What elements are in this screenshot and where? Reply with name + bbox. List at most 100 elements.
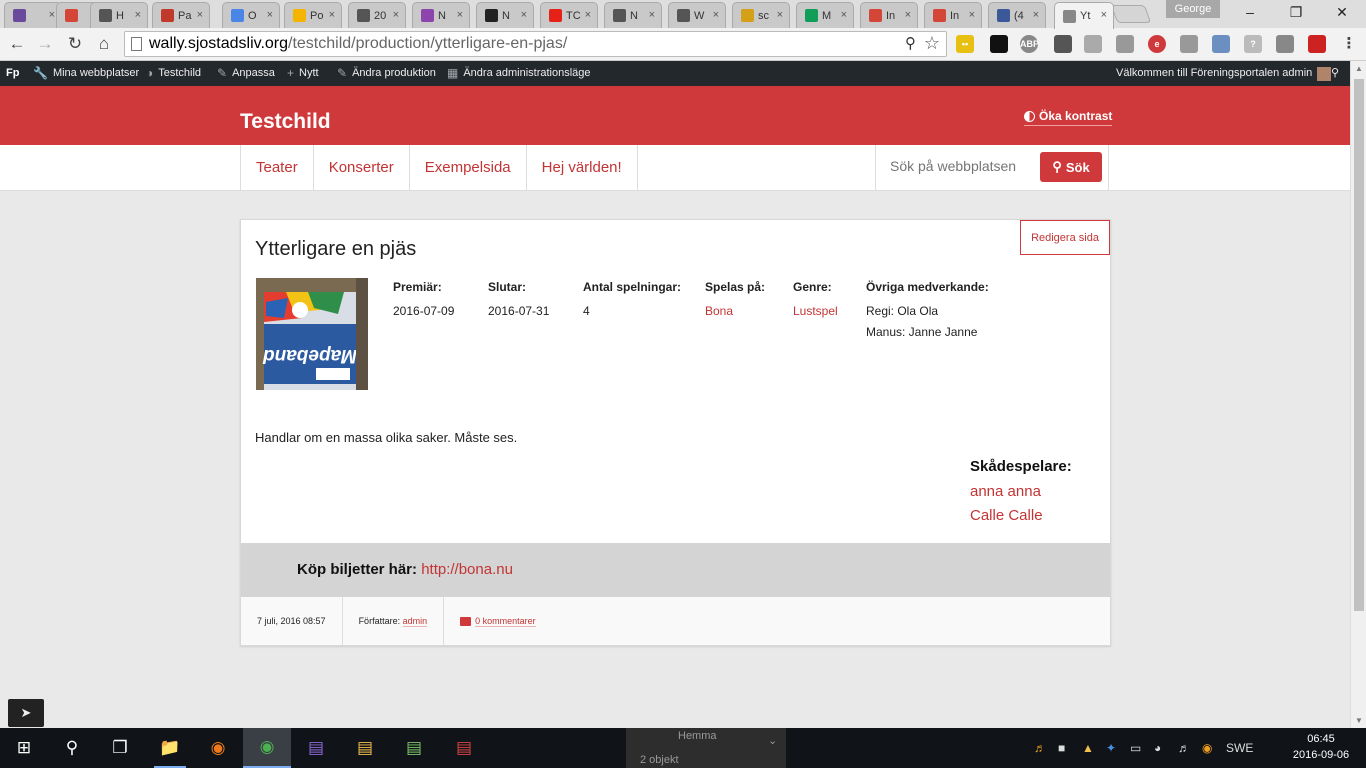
close-tab-icon[interactable]: × [135,9,141,21]
dropbox-tray-icon[interactable]: ✦ [1106,728,1116,768]
browser-tab[interactable]: Yt × [1054,2,1114,29]
address-bar[interactable]: wally.sjostadsliv.org/testchild/producti… [124,31,947,57]
profile-button[interactable]: George [1166,0,1220,18]
app-icon[interactable]: ▤ [440,728,488,768]
forward-icon[interactable]: → [34,33,56,55]
tickets-link[interactable]: http://bona.nu [421,561,513,578]
chrome-icon[interactable]: ◉ [243,728,291,768]
close-tab-icon[interactable]: × [841,9,847,21]
author-link[interactable]: admin [402,616,428,627]
close-tab-icon[interactable]: × [969,9,975,21]
close-tab-icon[interactable]: × [905,9,911,21]
search-icon[interactable]: ⚲ [1331,61,1339,86]
dropbox-icon[interactable] [1084,35,1102,53]
browser-tab[interactable]: W × [668,2,726,28]
close-tab-icon[interactable]: × [393,9,399,21]
extension-gray-icon[interactable] [1180,35,1198,53]
scrollbar-thumb[interactable] [1354,79,1364,611]
menu-icon[interactable]: ⋮ [1340,35,1358,53]
minimize-icon[interactable]: – [1226,0,1274,24]
home-icon[interactable]: ⌂ [93,33,115,55]
menu-item-konserter[interactable]: Konserter [314,145,410,190]
site-title[interactable]: Testchild [240,110,331,134]
close-tab-icon[interactable]: × [649,9,655,21]
admin-item-edit-production[interactable]: ✎ Ändra produktion [337,61,436,86]
browser-tab[interactable]: M × [796,2,854,28]
close-tab-icon[interactable]: × [197,9,203,21]
menu-item-teater[interactable]: Teater [241,145,314,190]
close-tab-icon[interactable]: × [49,9,55,21]
admin-welcome[interactable]: Välkommen till Föreningsportalen admin [1116,61,1332,86]
comments-link[interactable]: 0 kommentarer [475,616,536,627]
accessibility-toggle-icon[interactable]: ➤ [8,699,44,727]
close-tab-icon[interactable]: × [267,9,273,21]
browser-tab[interactable]: sc × [732,2,790,28]
extension-shield-icon[interactable] [1212,35,1230,53]
browser-tab[interactable]: In × [860,2,918,28]
tray-icon[interactable]: ■ [1058,728,1065,768]
scroll-up-icon[interactable]: ▲ [1355,64,1363,73]
close-tab-icon[interactable]: × [1101,9,1107,21]
reload-icon[interactable]: ↻ [64,33,86,55]
search-input[interactable] [890,158,1030,174]
browser-tab[interactable]: Po × [284,2,342,28]
close-tab-icon[interactable]: × [777,9,783,21]
contrast-toggle[interactable]: Öka kontrast [1024,109,1113,126]
search-button[interactable]: ⚲ Sök [1040,152,1102,182]
drive-ext-icon[interactable] [1116,35,1134,53]
bookmark-star-icon[interactable]: ☆ [924,31,940,55]
admin-item-customize[interactable]: ✎ Anpassa [217,61,275,86]
admin-item-new[interactable]: + Nytt [287,61,319,86]
fp-logo-icon[interactable]: Fp [6,61,19,86]
extension-red-icon[interactable]: e [1148,35,1166,53]
extension-question-icon[interactable]: ? [1244,35,1262,53]
menu-item-hej-varlden[interactable]: Hej världen! [527,145,638,190]
browser-tab[interactable]: N × [604,2,662,28]
drive-tray-icon[interactable]: ▲ [1082,728,1094,768]
chevron-down-icon[interactable]: ⌄ [768,734,777,747]
browser-tab[interactable]: N × [412,2,470,28]
extension-wand-icon[interactable] [1308,35,1326,53]
back-icon[interactable]: ← [6,33,28,55]
close-window-icon[interactable]: ✕ [1318,0,1366,24]
start-icon[interactable]: ⊞ [0,728,48,768]
battery-icon[interactable]: ▭ [1130,728,1141,768]
browser-tab[interactable]: (4 × [988,2,1046,28]
venue-link[interactable]: Bona [705,304,733,318]
production-image[interactable]: Mapeband [256,278,368,390]
input-language[interactable]: SWE [1226,728,1253,768]
close-tab-icon[interactable]: × [329,9,335,21]
extension-printer-icon[interactable] [1054,35,1072,53]
zoom-icon[interactable]: ⚲ [905,32,916,56]
file-explorer-icon[interactable]: 📁 [146,728,194,768]
admin-item-site[interactable]: ◑ Testchild [146,61,201,86]
close-tab-icon[interactable]: × [457,9,463,21]
firefox-icon[interactable]: ◉ [194,728,242,768]
admin-item-my-sites[interactable]: 🔧 Mina webbplatser [33,61,139,86]
restore-icon[interactable]: ❐ [1272,0,1320,24]
browser-tab[interactable]: H × [90,2,148,28]
page-scrollbar[interactable]: ▲ ▼ [1350,61,1366,728]
actor-link[interactable]: Calle Calle [970,504,1090,528]
genre-link[interactable]: Lustspel [793,304,838,318]
app-icon[interactable]: ▤ [390,728,438,768]
close-tab-icon[interactable]: × [713,9,719,21]
menu-item-exempelsida[interactable]: Exempelsida [410,145,527,190]
clock[interactable]: 06:45 2016-09-06 [1286,731,1356,763]
task-view-icon[interactable]: ❐ [96,728,144,768]
admin-item-admin-mode[interactable]: ▦ Ändra administrationsläge [447,61,591,86]
browser-tab[interactable]: 20 × [348,2,406,28]
edit-page-button[interactable]: Redigera sida [1020,220,1110,255]
scroll-down-icon[interactable]: ▼ [1355,716,1363,725]
close-tab-icon[interactable]: × [1033,9,1039,21]
extension-notes-icon[interactable]: •• [956,35,974,53]
browser-tab[interactable]: × [4,2,62,28]
volume-icon[interactable]: ♬ [1178,728,1190,768]
app-icon[interactable]: ▤ [292,728,340,768]
new-tab-button[interactable] [1110,5,1152,23]
actor-link[interactable]: anna anna [970,480,1090,504]
app-icon[interactable]: ▤ [341,728,389,768]
wifi-icon[interactable]: ◕ [1154,728,1161,768]
adblock-icon[interactable]: ABP [1020,35,1039,53]
browser-tab[interactable]: In × [924,2,982,28]
